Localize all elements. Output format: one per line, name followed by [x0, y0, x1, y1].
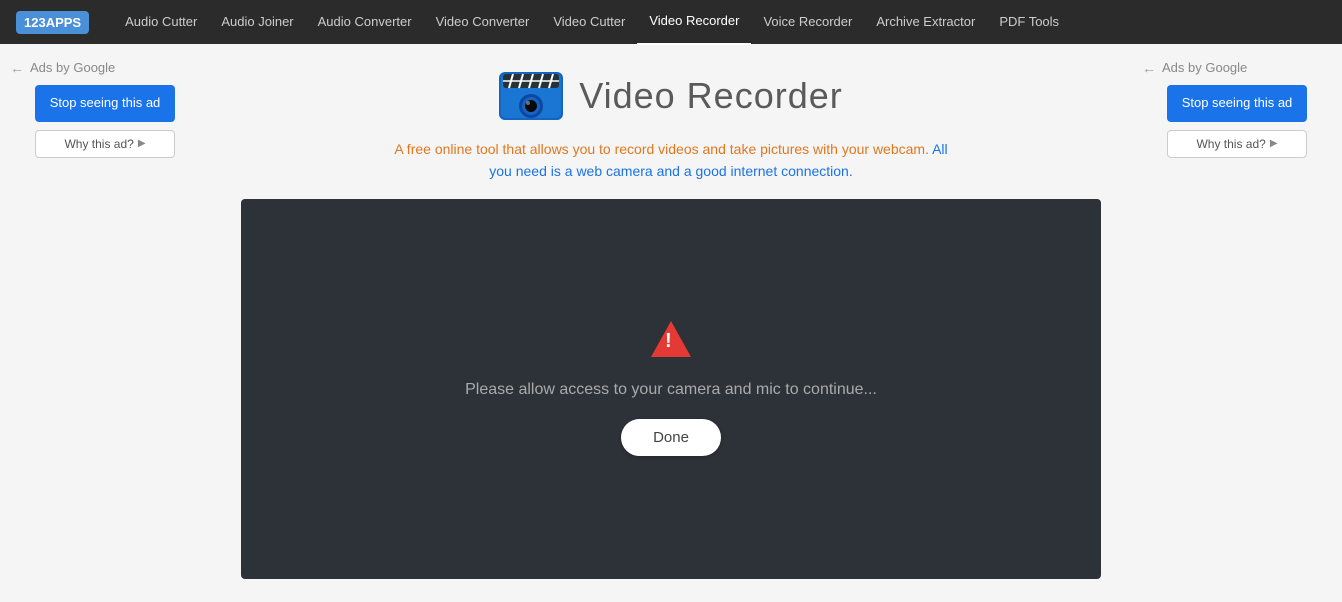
right-ad-why-icon: ▶: [1270, 138, 1278, 149]
desc-orange: A free online tool that allows you to re…: [394, 141, 932, 157]
left-ad-header: ← Ads by Google: [10, 60, 200, 77]
right-ad-why[interactable]: Why this ad? ▶: [1167, 130, 1307, 158]
warning-triangle-icon: [651, 321, 691, 357]
right-ad-why-label: Why this ad?: [1196, 137, 1265, 151]
navbar: 123APPS Audio Cutter Audio Joiner Audio …: [0, 0, 1342, 44]
nav-pdf-tools[interactable]: PDF Tools: [987, 0, 1071, 44]
nav-audio-converter[interactable]: Audio Converter: [306, 0, 424, 44]
nav-audio-cutter[interactable]: Audio Cutter: [113, 0, 209, 44]
left-ad-by-google: Ads by Google: [30, 60, 115, 77]
right-ad-header: ← Ads by Google: [1142, 60, 1332, 77]
app-logo[interactable]: 123APPS: [16, 11, 89, 34]
nav-video-cutter[interactable]: Video Cutter: [541, 0, 637, 44]
right-ad-stop-button[interactable]: Stop seeing this ad: [1167, 85, 1307, 122]
nav-video-converter[interactable]: Video Converter: [424, 0, 542, 44]
main-content: Video Recorder A free online tool that a…: [210, 44, 1132, 602]
page-title: Video Recorder: [579, 75, 843, 117]
nav-archive-extractor[interactable]: Archive Extractor: [864, 0, 987, 44]
right-ad-panel: ← Ads by Google Stop seeing this ad Why …: [1132, 44, 1342, 602]
left-ad-why-label: Why this ad?: [64, 137, 133, 151]
left-ad-back-arrow[interactable]: ←: [10, 60, 24, 76]
left-ad-stop-button[interactable]: Stop seeing this ad: [35, 85, 175, 122]
left-ad-why-icon: ▶: [138, 138, 146, 149]
right-ad-back-arrow[interactable]: ←: [1142, 60, 1156, 76]
nav-video-recorder[interactable]: Video Recorder: [637, 0, 751, 45]
video-recorder-icon: [499, 64, 563, 128]
page-wrapper: ← Ads by Google Stop seeing this ad Why …: [0, 44, 1342, 602]
camera-access-message: Please allow access to your camera and m…: [465, 381, 877, 399]
page-description: A free online tool that allows you to re…: [391, 138, 951, 183]
nav-links: Audio Cutter Audio Joiner Audio Converte…: [113, 0, 1071, 45]
done-button[interactable]: Done: [621, 419, 721, 456]
right-ad-by-google: Ads by Google: [1162, 60, 1247, 77]
video-area: Please allow access to your camera and m…: [241, 199, 1101, 579]
left-ad-panel: ← Ads by Google Stop seeing this ad Why …: [0, 44, 210, 602]
nav-audio-joiner[interactable]: Audio Joiner: [209, 0, 305, 44]
left-ad-why[interactable]: Why this ad? ▶: [35, 130, 175, 158]
hero-section: Video Recorder: [499, 64, 843, 128]
nav-voice-recorder[interactable]: Voice Recorder: [751, 0, 864, 44]
warning-icon-container: [651, 321, 691, 361]
